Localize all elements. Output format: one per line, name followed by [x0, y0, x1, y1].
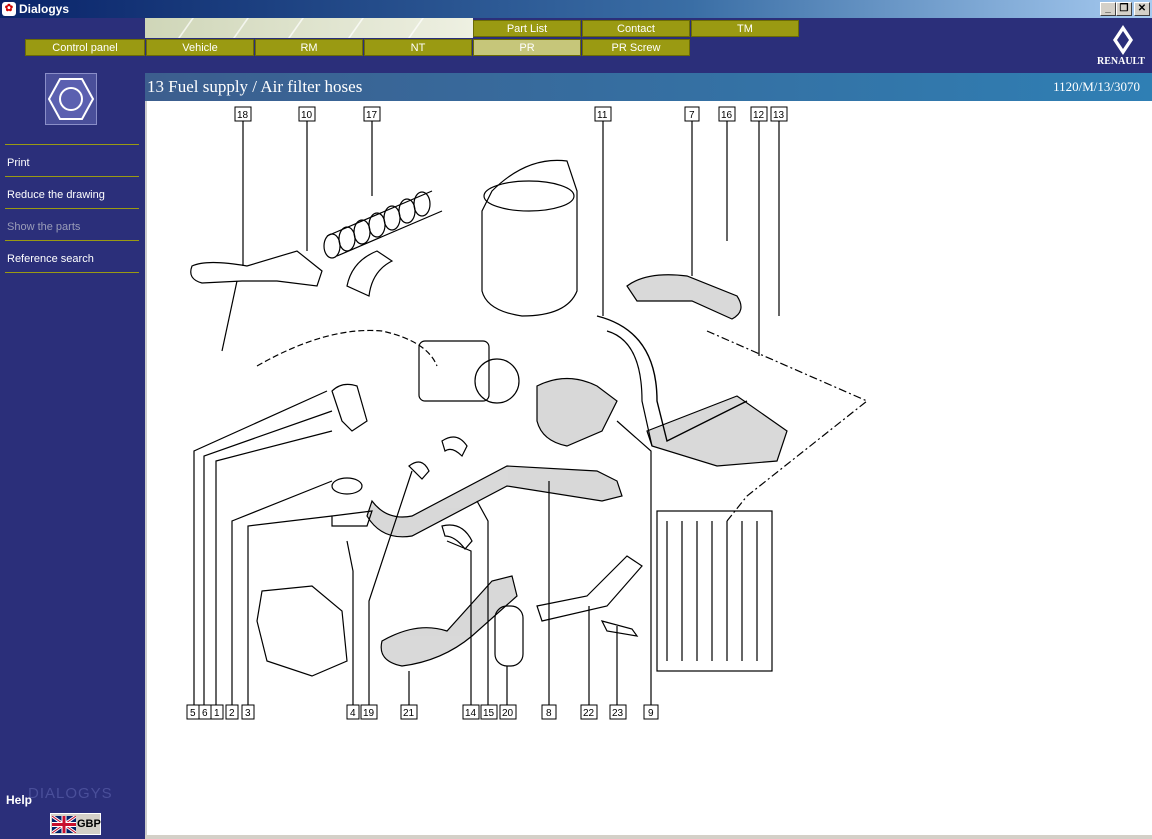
callout-text: 8	[546, 708, 552, 719]
callout-text: 3	[245, 708, 251, 719]
brand-name: RENAULT	[1097, 56, 1145, 67]
callout-label[interactable]: 16	[718, 106, 736, 122]
callout-text: 5	[190, 708, 196, 719]
nav-tm[interactable]: TM	[691, 20, 799, 37]
callout-label[interactable]: 12	[750, 106, 768, 122]
nav-nt[interactable]: NT	[364, 39, 472, 56]
callout-label[interactable]: 20	[499, 704, 517, 720]
callout-text: 22	[583, 708, 595, 719]
callout-label[interactable]: 11	[594, 106, 612, 122]
language-button[interactable]: GBP	[50, 813, 101, 835]
callout-text: 13	[773, 110, 785, 121]
window-titlebar: ✿ Dialogys _ ❐ ✕	[0, 0, 1152, 18]
status-strip	[145, 835, 1152, 839]
hex-nut-tile	[45, 73, 97, 125]
callout-text: 16	[721, 110, 733, 121]
nav-vehicle[interactable]: Vehicle	[146, 39, 254, 56]
callout-label[interactable]: 4	[346, 704, 360, 720]
callout-label[interactable]: 1	[210, 704, 224, 720]
dialogys-logo: DIALOGYS	[28, 785, 113, 802]
page-header: 13 Fuel supply / Air filter hoses 1120/M…	[145, 73, 1152, 101]
drawing-reference: 1120/M/13/3070	[1053, 79, 1140, 94]
callout-text: 12	[753, 110, 765, 121]
callout-text: 9	[648, 708, 654, 719]
callout-label[interactable]: 18	[234, 106, 252, 122]
dialogys-app-icon: ✿	[2, 2, 16, 16]
menu-reference-search[interactable]: Reference search	[5, 240, 139, 272]
menu-print[interactable]: Print	[5, 144, 139, 176]
callout-label[interactable]: 8	[541, 704, 557, 720]
callout-text: 19	[363, 708, 375, 719]
callout-label[interactable]: 17	[363, 106, 381, 122]
renault-diamond-icon	[1113, 25, 1133, 55]
callout-label[interactable]: 10	[298, 106, 316, 122]
callout-text: 11	[597, 110, 608, 121]
language-code: GBP	[77, 818, 101, 830]
callout-text: 6	[202, 708, 208, 719]
exploded-view-drawing: 18 10 17 11 7 16 12 13 5 6 1 2 3 4 19 21…	[186, 106, 869, 720]
callout-text: 15	[483, 708, 495, 719]
nav-control-panel[interactable]: Control panel	[25, 39, 145, 56]
top-navigation: Part List Contact TM Control panel Vehic…	[0, 18, 1152, 73]
menu-divider	[5, 272, 139, 273]
callout-text: 1	[214, 708, 220, 719]
nav-pr-screw[interactable]: PR Screw	[582, 39, 690, 56]
callout-label[interactable]: 7	[684, 106, 700, 122]
nav-rm[interactable]: RM	[255, 39, 363, 56]
nav-part-list[interactable]: Part List	[473, 20, 581, 37]
page-title: 13 Fuel supply / Air filter hoses	[147, 77, 363, 96]
menu-reduce-drawing[interactable]: Reduce the drawing	[5, 176, 139, 208]
callout-label[interactable]: 19	[360, 704, 378, 720]
callout-text: 2	[229, 708, 235, 719]
callout-text: 17	[366, 110, 378, 121]
window-title: Dialogys	[19, 2, 70, 16]
help-link[interactable]: Help	[6, 793, 32, 807]
callout-text: 14	[465, 708, 477, 719]
callout-label[interactable]: 15	[480, 704, 498, 720]
callout-label[interactable]: 2	[225, 704, 239, 720]
callout-text: 7	[689, 110, 695, 121]
menu-show-parts[interactable]: Show the parts	[5, 208, 139, 240]
nav-pr[interactable]: PR	[473, 39, 581, 56]
callout-text: 20	[502, 708, 514, 719]
maximize-button[interactable]: ❐	[1116, 2, 1132, 16]
nav-contact[interactable]: Contact	[582, 20, 690, 37]
header-decoration	[145, 18, 473, 38]
callout-label[interactable]: 21	[400, 704, 418, 720]
sidebar: Print Reduce the drawing Show the parts …	[0, 73, 145, 839]
callout-text: 21	[403, 708, 415, 719]
parts-drawing[interactable]: 18 10 17 11 7 16 12 13 5 6 1 2 3 4 19 21…	[145, 101, 1152, 835]
minimize-button[interactable]: _	[1100, 2, 1116, 16]
close-button[interactable]: ✕	[1134, 2, 1150, 16]
callout-label[interactable]: 6	[198, 704, 212, 720]
renault-logo: RENAULT	[1094, 24, 1152, 72]
callout-text: 18	[237, 110, 249, 121]
callout-text: 23	[612, 708, 624, 719]
callout-label[interactable]: 3	[241, 704, 255, 720]
callout-label[interactable]: 5	[186, 704, 200, 720]
callout-label[interactable]: 9	[643, 704, 659, 720]
hex-nut-icon	[47, 78, 95, 120]
callout-label[interactable]: 22	[580, 704, 598, 720]
callout-label[interactable]: 14	[462, 704, 480, 720]
callout-label[interactable]: 23	[609, 704, 627, 720]
callout-text: 4	[350, 708, 356, 719]
callout-text: 10	[301, 110, 313, 121]
uk-flag-icon	[52, 816, 76, 833]
callout-label[interactable]: 13	[770, 106, 788, 122]
